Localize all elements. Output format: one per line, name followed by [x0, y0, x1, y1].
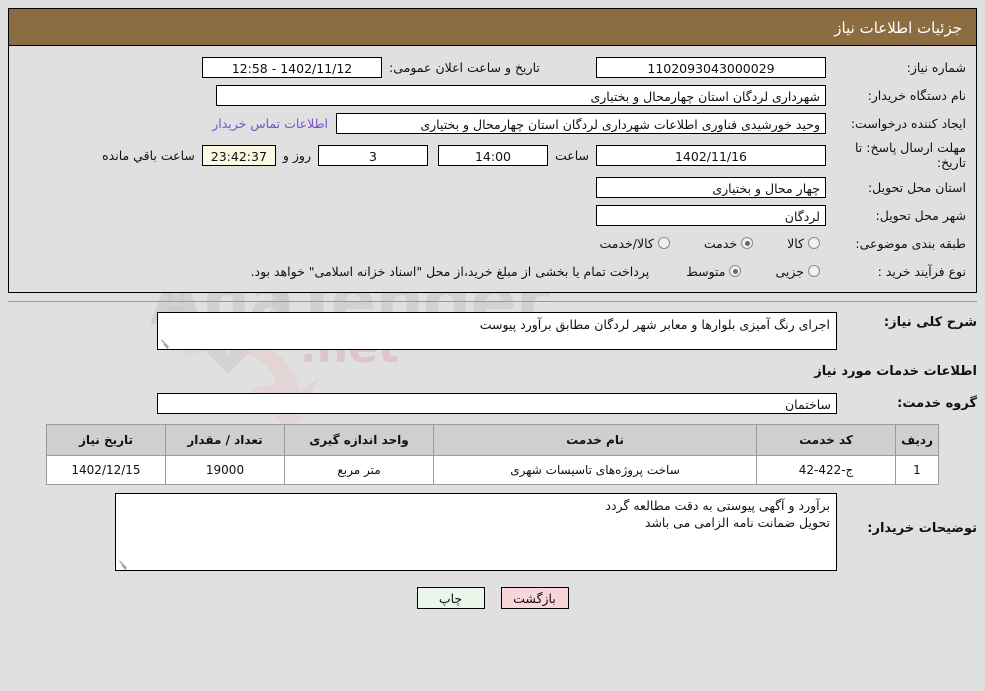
category-option-kala-khedmat[interactable]: کالا/خدمت — [593, 236, 675, 251]
category-option-kala[interactable]: کالا — [781, 236, 826, 251]
radio-icon-motavaset[interactable] — [729, 265, 742, 277]
print-button[interactable]: چاپ — [416, 587, 485, 609]
page-title: جزئیات اطلاعات نیاز — [8, 8, 977, 46]
cell-index: 1 — [895, 455, 939, 485]
need-details-panel: شماره نیاز: 1102093043000029 تاریخ و ساع… — [8, 46, 977, 293]
resize-grip-icon-notes[interactable] — [118, 558, 129, 569]
table-row: 1 ج-422-42 ساخت پروژه‌های تاسیسات شهری م… — [46, 455, 939, 485]
row-service-group: گروه خدمت: ساختمان — [8, 392, 977, 414]
buyer-notes-label: توضیحات خریدار: — [867, 521, 977, 536]
process-option-jozee[interactable]: جزیی — [769, 264, 826, 279]
cell-name: ساخت پروژه‌های تاسیسات شهری — [433, 455, 757, 485]
countdown-timer-label: ساعت باقي مانده — [102, 147, 195, 163]
buyer-notes-line-2: تحویل ضمانت نامه الزامی می باشد — [644, 515, 830, 530]
th-name: نام خدمت — [433, 424, 757, 456]
category-label-kala: کالا — [787, 235, 804, 251]
remaining-days-label: روز و — [282, 147, 311, 163]
services-table: ردیف کد خدمت نام خدمت واحد اندازه گیری ت… — [46, 424, 939, 485]
buyer-org-label: نام دستگاه خریدار: — [867, 87, 966, 103]
need-summary-textarea[interactable]: اجرای رنگ آمیزی بلوارها و معابر شهر لردگ… — [157, 312, 837, 350]
process-label-motavaset: متوسط — [686, 263, 726, 279]
cell-unit: متر مربع — [284, 455, 434, 485]
service-group-label: گروه خدمت: — [897, 395, 977, 411]
row-buyer-notes: توضیحات خریدار: برآورد و آگهی پیوستی به … — [8, 493, 977, 571]
cell-code: ج-422-42 — [756, 455, 896, 485]
buyer-org-field[interactable]: شهرداری لردگان استان چهارمحال و بختیاری — [216, 84, 826, 106]
need-summary-label: شرح کلی نیاز: — [883, 315, 977, 330]
delivery-city-field[interactable]: لردگان — [596, 204, 826, 226]
row-purchase-process: نوع فرآیند خرید : جزیی متوسط پرداخت تمام… — [19, 260, 966, 282]
process-option-motavaset[interactable]: متوسط — [680, 264, 747, 279]
action-button-bar: بازگشت چاپ — [8, 577, 977, 609]
row-delivery-city: شهر محل تحویل: لردگان — [19, 204, 966, 226]
radio-icon-khedmat[interactable] — [741, 237, 754, 249]
request-creator-field[interactable]: وحید خورشیدی فناوری اطلاعات شهرداری لردگ… — [336, 112, 826, 134]
th-unit: واحد اندازه گیری — [284, 424, 434, 456]
buyer-notes-textarea[interactable]: برآورد و آگهی پیوستی به دقت مطالعه گردد … — [115, 493, 837, 571]
delivery-province-field[interactable]: چهار محال و بختیاری — [596, 176, 826, 198]
need-number-field[interactable]: 1102093043000029 — [596, 56, 826, 78]
deadline-date-field[interactable]: 1402/11/16 — [596, 144, 826, 166]
announce-datetime-field[interactable]: 1402/11/12 - 12:58 — [202, 56, 382, 78]
row-request-creator: ایجاد کننده درخواست: وحید خورشیدی فناوری… — [19, 112, 966, 134]
th-code: کد خدمت — [756, 424, 896, 456]
row-services-title: اطلاعات خدمات مورد نیاز — [8, 360, 977, 382]
service-group-field[interactable]: ساختمان — [157, 392, 837, 414]
back-button[interactable]: بازگشت — [500, 587, 569, 609]
radio-icon-kala-khedmat[interactable] — [657, 237, 670, 249]
page-root: جزئیات اطلاعات نیاز شماره نیاز: 11020930… — [0, 0, 985, 691]
cell-qty: 19000 — [165, 455, 285, 485]
buyer-notes-line-1: برآورد و آگهی پیوستی به دقت مطالعه گردد — [605, 498, 830, 513]
cell-date: 1402/12/15 — [46, 455, 166, 485]
remaining-days-field: 3 — [317, 144, 428, 166]
row-need-summary: شرح کلی نیاز: اجرای رنگ آمیزی بلوارها و … — [8, 312, 977, 350]
resize-grip-icon[interactable] — [160, 337, 171, 348]
need-summary-text: اجرای رنگ آمیزی بلوارها و معابر شهر لردگ… — [479, 317, 830, 332]
row-buyer-org: نام دستگاه خریدار: شهرداری لردگان استان … — [19, 84, 966, 106]
delivery-province-label: استان محل تحویل: — [867, 179, 966, 195]
row-subject-category: طبقه بندی موضوعی: کالا خدمت کالا/خدمت — [19, 232, 966, 254]
purchase-process-note: پرداخت تمام یا بخشی از مبلغ خرید،از محل … — [250, 263, 650, 279]
section-divider — [8, 301, 977, 302]
request-creator-label: ایجاد کننده درخواست: — [850, 115, 966, 131]
category-label-khedmat: خدمت — [703, 235, 738, 251]
process-label-jozee: جزیی — [775, 263, 804, 279]
table-header-row: ردیف کد خدمت نام خدمت واحد اندازه گیری ت… — [46, 424, 939, 456]
services-table-wrap: ردیف کد خدمت نام خدمت واحد اندازه گیری ت… — [8, 424, 977, 485]
purchase-process-label: نوع فرآیند خرید : — [877, 263, 966, 279]
category-option-khedmat[interactable]: خدمت — [698, 236, 759, 251]
announce-datetime-label: تاریخ و ساعت اعلان عمومی: — [389, 59, 540, 75]
th-index: ردیف — [895, 424, 939, 456]
countdown-timer: 23:42:37 — [201, 144, 276, 166]
category-label-kala-khedmat: کالا/خدمت — [599, 235, 654, 251]
th-qty: تعداد / مقدار — [165, 424, 285, 456]
buyer-contact-link[interactable]: اطلاعات تماس خریدار — [204, 116, 336, 131]
response-deadline-label: مهلت ارسال پاسخ: تا تاریخ: — [855, 140, 966, 170]
need-number-label: شماره نیاز: — [906, 59, 966, 75]
row-need-number: شماره نیاز: 1102093043000029 تاریخ و ساع… — [19, 56, 966, 78]
deadline-hour-field[interactable]: 14:00 — [437, 144, 548, 166]
row-delivery-province: استان محل تحویل: چهار محال و بختیاری — [19, 176, 966, 198]
delivery-city-label: شهر محل تحویل: — [875, 207, 966, 223]
deadline-hour-label: ساعت — [554, 147, 589, 163]
radio-icon-kala[interactable] — [808, 237, 820, 249]
th-date: تاریخ نیاز — [46, 424, 166, 456]
radio-icon-jozee[interactable] — [808, 265, 820, 277]
subject-category-label: طبقه بندی موضوعی: — [855, 235, 966, 251]
services-section-title: اطلاعات خدمات مورد نیاز — [814, 363, 977, 379]
row-response-deadline: مهلت ارسال پاسخ: تا تاریخ: 1402/11/16 سا… — [19, 140, 966, 170]
